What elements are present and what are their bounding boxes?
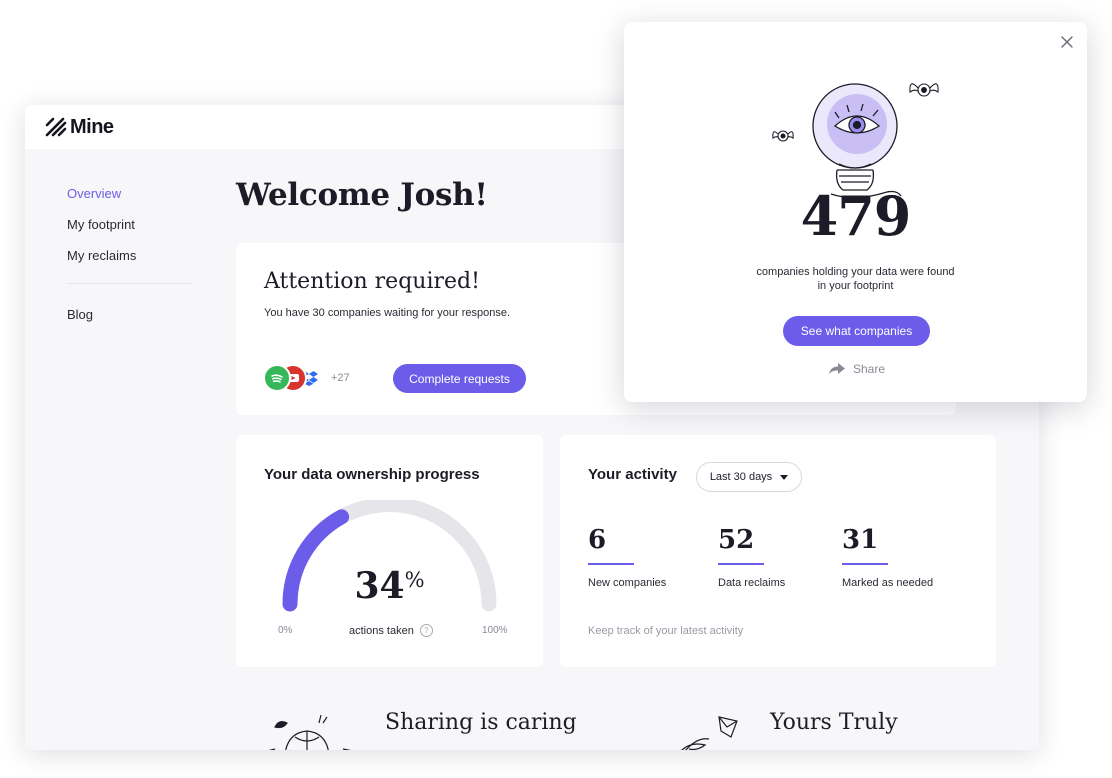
sidebar-item-my-reclaims[interactable]: My reclaims bbox=[67, 247, 193, 278]
progress-number: 34 bbox=[354, 565, 405, 607]
footprint-popup: 479 companies holding your data were fou… bbox=[624, 22, 1087, 402]
sidebar-item-my-footprint[interactable]: My footprint bbox=[67, 216, 193, 247]
share-label: Share bbox=[853, 362, 886, 376]
sidebar-item-overview[interactable]: Overview bbox=[67, 185, 193, 216]
date-range-value: Last 30 days bbox=[709, 471, 773, 483]
promo-sharing-title: Sharing is caring bbox=[385, 710, 577, 735]
stat-label: New companies bbox=[588, 577, 667, 589]
activity-title: Your activity bbox=[588, 466, 677, 483]
progress-caption-text: actions taken bbox=[349, 624, 414, 637]
sidebar-item-blog[interactable]: Blog bbox=[67, 306, 193, 337]
gauge-max-label: 100% bbox=[482, 625, 508, 636]
caret-down-icon bbox=[780, 474, 789, 480]
attention-title: Attention required! bbox=[264, 269, 480, 294]
gift-illustration bbox=[268, 715, 352, 750]
progress-value: 34% bbox=[236, 565, 543, 607]
help-icon[interactable]: ? bbox=[419, 624, 433, 637]
stat-value: 52 bbox=[718, 525, 755, 555]
stat-value: 6 bbox=[588, 525, 607, 555]
crystal-ball-illustration bbox=[772, 83, 939, 199]
activity-card: Your activity Last 30 days 6 New compani… bbox=[560, 435, 996, 667]
logo-icon bbox=[45, 117, 67, 137]
date-range-dropdown[interactable]: Last 30 days bbox=[696, 462, 802, 492]
progress-title: Your data ownership progress bbox=[264, 466, 480, 483]
share-button[interactable]: Share bbox=[829, 362, 885, 376]
complete-requests-button[interactable]: Complete requests bbox=[393, 364, 526, 393]
stat-underline bbox=[588, 563, 634, 565]
gauge-min-label: 0% bbox=[278, 625, 293, 636]
close-icon[interactable] bbox=[1059, 34, 1075, 50]
page-title: Welcome Josh! bbox=[236, 177, 488, 213]
stat-value: 31 bbox=[842, 525, 879, 555]
logo[interactable]: Mine bbox=[45, 116, 114, 139]
more-companies-count: +27 bbox=[331, 372, 350, 384]
stat-underline bbox=[842, 563, 888, 565]
companies-count-caption: companies holding your data were found i… bbox=[756, 266, 955, 292]
stat-data-reclaims: 52 Data reclaims bbox=[718, 525, 785, 589]
sidebar: Overview My footprint My reclaims Blog bbox=[67, 185, 193, 337]
stat-label: Data reclaims bbox=[718, 577, 786, 589]
stat-new-companies: 6 New companies bbox=[588, 525, 666, 589]
progress-caption: actions taken ? bbox=[349, 624, 433, 637]
brand-name: Mine bbox=[70, 115, 114, 138]
companies-count: 479 bbox=[800, 184, 912, 248]
promo-yours-truly-title: Yours Truly bbox=[770, 710, 898, 735]
attention-subtitle: You have 30 companies waiting for your r… bbox=[264, 307, 511, 319]
progress-card: Your data ownership progress 34% 0% acti… bbox=[236, 435, 543, 667]
sidebar-divider bbox=[67, 283, 191, 284]
share-arrow-icon bbox=[829, 363, 845, 374]
stat-underline bbox=[718, 563, 764, 565]
stat-label: Marked as needed bbox=[842, 577, 934, 589]
stat-marked-as-needed: 31 Marked as needed bbox=[842, 525, 933, 589]
letter-illustration bbox=[681, 716, 738, 750]
see-what-companies-button[interactable]: See what companies bbox=[783, 316, 930, 346]
spotify-icon bbox=[263, 364, 291, 392]
activity-note: Keep track of your latest activity bbox=[588, 625, 744, 637]
progress-unit: % bbox=[404, 568, 425, 592]
company-avatars: +27 bbox=[263, 364, 350, 392]
